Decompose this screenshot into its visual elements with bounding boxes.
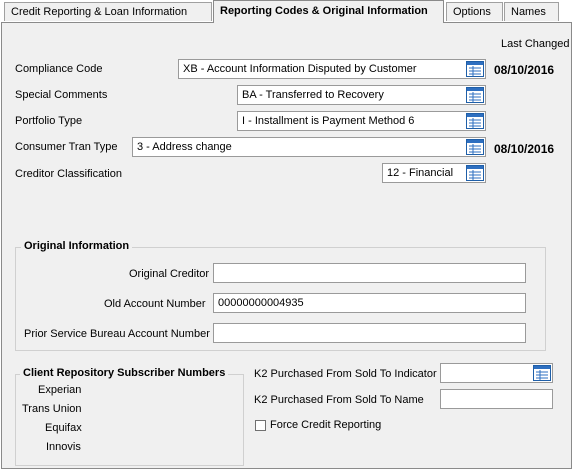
compliance-code-field[interactable]: XB - Account Information Disputed by Cus… bbox=[178, 59, 486, 79]
special-comments-value: BA - Transferred to Recovery bbox=[242, 89, 384, 101]
creditor-classification-value: 12 - Financial bbox=[387, 167, 454, 179]
lookup-list-icon[interactable] bbox=[466, 165, 484, 181]
old-account-number-input[interactable]: 00000000004935 bbox=[213, 293, 526, 313]
force-credit-reporting-checkbox[interactable] bbox=[255, 420, 266, 431]
client-repository-title: Client Repository Subscriber Numbers bbox=[20, 367, 229, 379]
tab-names[interactable]: Names bbox=[504, 2, 559, 21]
original-information-title: Original Information bbox=[21, 240, 133, 252]
compliance-code-label: Compliance Code bbox=[15, 63, 103, 75]
k2-sold-to-name-input[interactable] bbox=[440, 389, 553, 409]
consumer-tran-type-field[interactable]: 3 - Address change bbox=[132, 137, 486, 157]
tab-label: Credit Reporting & Loan Information bbox=[11, 6, 188, 18]
lookup-list-icon[interactable] bbox=[533, 365, 551, 381]
tab-label: Options bbox=[453, 6, 491, 18]
equifax-label: Equifax bbox=[45, 422, 82, 434]
consumer-tran-type-value: 3 - Address change bbox=[137, 141, 232, 153]
lookup-list-icon[interactable] bbox=[466, 61, 484, 77]
k2-sold-to-indicator-field[interactable] bbox=[440, 363, 553, 383]
lookup-list-icon[interactable] bbox=[466, 113, 484, 129]
portfolio-type-field[interactable]: I - Installment is Payment Method 6 bbox=[237, 111, 486, 131]
compliance-code-value: XB - Account Information Disputed by Cus… bbox=[183, 63, 417, 75]
creditor-classification-field[interactable]: 12 - Financial bbox=[382, 163, 486, 183]
compliance-code-last-changed: 08/10/2016 bbox=[494, 63, 555, 77]
tab-label: Reporting Codes & Original Information bbox=[220, 5, 428, 17]
original-creditor-label: Original Creditor bbox=[129, 268, 210, 280]
creditor-classification-label: Creditor Classification bbox=[15, 168, 122, 180]
tab-panel: Last Changed Compliance Code XB - Accoun… bbox=[1, 22, 572, 469]
experian-label: Experian bbox=[38, 384, 82, 396]
tab-credit-reporting-loan-information[interactable]: Credit Reporting & Loan Information bbox=[4, 2, 212, 21]
prior-service-bureau-label: Prior Service Bureau Account Number bbox=[24, 328, 210, 340]
tab-reporting-codes-original-information[interactable]: Reporting Codes & Original Information bbox=[213, 0, 444, 23]
k2-sold-to-indicator-label: K2 Purchased From Sold To Indicator bbox=[254, 368, 437, 380]
portfolio-type-label: Portfolio Type bbox=[15, 115, 83, 127]
special-comments-field[interactable]: BA - Transferred to Recovery bbox=[237, 85, 486, 105]
last-changed-header: Last Changed bbox=[501, 38, 570, 50]
consumer-tran-type-last-changed: 08/10/2016 bbox=[494, 142, 555, 156]
lookup-list-icon[interactable] bbox=[466, 139, 484, 155]
lookup-list-icon[interactable] bbox=[466, 87, 484, 103]
tab-label: Names bbox=[511, 6, 546, 18]
prior-service-bureau-input[interactable] bbox=[213, 323, 526, 343]
trans-union-label: Trans Union bbox=[22, 403, 82, 415]
k2-sold-to-name-label: K2 Purchased From Sold To Name bbox=[254, 394, 424, 406]
old-account-number-value: 00000000004935 bbox=[218, 297, 304, 309]
portfolio-type-value: I - Installment is Payment Method 6 bbox=[242, 115, 415, 127]
consumer-tran-type-label: Consumer Tran Type bbox=[15, 141, 118, 153]
innovis-label: Innovis bbox=[46, 441, 81, 453]
tab-options[interactable]: Options bbox=[446, 2, 503, 21]
force-credit-reporting-label: Force Credit Reporting bbox=[270, 419, 382, 431]
special-comments-label: Special Comments bbox=[15, 89, 108, 101]
original-creditor-input[interactable] bbox=[213, 263, 526, 283]
old-account-number-label: Old Account Number bbox=[104, 298, 206, 310]
